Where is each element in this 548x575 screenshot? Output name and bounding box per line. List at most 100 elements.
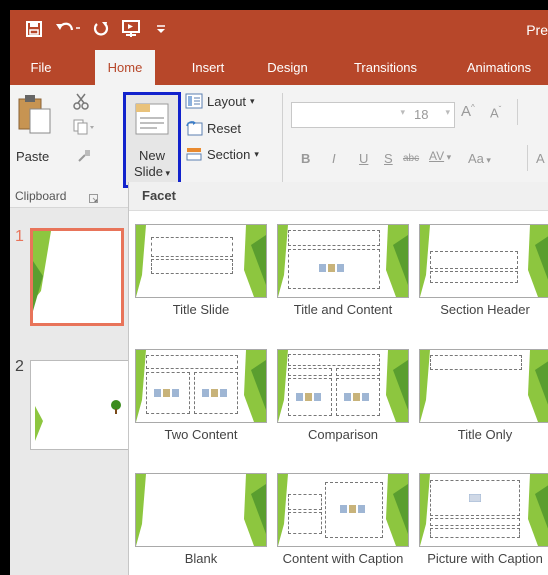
title-placeholder	[151, 237, 233, 257]
font-size-input[interactable]: 18 ▾	[408, 102, 455, 128]
strikethrough-button[interactable]: abc	[403, 153, 419, 164]
content-placeholder	[288, 249, 380, 289]
content-icons	[344, 393, 369, 401]
start-from-beginning-icon[interactable]	[118, 18, 144, 40]
section-icon	[186, 148, 202, 161]
layout-label: Two Content	[164, 427, 238, 442]
powerpoint-window: Pre File Home Insert Design Transitions …	[10, 10, 548, 575]
slide-number: 2	[15, 358, 24, 375]
title-placeholder	[430, 355, 522, 370]
dropdown-arrow-icon: ▾	[162, 168, 170, 178]
group-separator	[527, 145, 528, 171]
underline-button[interactable]: U	[359, 151, 368, 166]
slide-thumbnail-2[interactable]	[30, 360, 130, 450]
undo-icon[interactable]	[54, 18, 84, 40]
text-placeholder	[430, 271, 518, 283]
change-case-button[interactable]: Aa ▾	[468, 151, 491, 166]
paste-button[interactable]: Paste	[16, 91, 64, 181]
customize-icon[interactable]	[152, 18, 170, 40]
heading-placeholder	[336, 368, 380, 376]
title-placeholder	[146, 355, 238, 369]
change-case-label: Aa	[468, 151, 484, 166]
slide-thumbnail-panel: 1 2	[10, 208, 130, 575]
copy-icon[interactable]	[72, 118, 96, 141]
dropdown-arrow-icon: ▾	[445, 107, 450, 117]
content-placeholder	[194, 372, 238, 414]
picture-icon	[469, 494, 481, 502]
cut-icon[interactable]	[72, 93, 90, 116]
layout-label: Title Slide	[172, 302, 230, 317]
dropdown-arrow-icon: ▾	[254, 148, 259, 159]
save-icon[interactable]	[22, 18, 46, 40]
dropdown-arrow-icon: ▾	[444, 152, 452, 162]
layout-label: Blank	[184, 551, 218, 566]
layout-thumbnail	[135, 224, 267, 298]
dialog-launcher-icon[interactable]	[89, 191, 99, 209]
title-placeholder	[288, 230, 380, 246]
redo-icon[interactable]	[90, 18, 112, 40]
layout-thumbnail	[419, 349, 548, 423]
content-placeholder	[146, 372, 190, 414]
theme-accent-shape	[35, 406, 43, 441]
reset-icon	[186, 121, 203, 136]
reset-label: Reset	[207, 120, 241, 136]
reset-button[interactable]: Reset	[185, 120, 241, 136]
group-separator	[282, 93, 283, 188]
tab-animations[interactable]: Animations	[450, 50, 548, 85]
increase-font-size-icon[interactable]: A^	[461, 103, 475, 120]
layout-thumbnail	[135, 349, 267, 423]
tab-home[interactable]: Home	[95, 50, 155, 85]
tab-design[interactable]: Design	[255, 50, 320, 85]
content-icons	[202, 389, 227, 397]
dropdown-arrow-icon: ▾	[250, 95, 255, 106]
layout-label: Layout	[207, 93, 247, 109]
slide-thumbnail-1[interactable]	[30, 228, 124, 326]
character-spacing-label: AV	[429, 149, 445, 163]
decrease-font-size-icon[interactable]: Aˇ	[490, 105, 501, 120]
layout-gallery: Facet Title Slide Title and Content Sect…	[128, 182, 548, 575]
italic-button[interactable]: I	[332, 151, 336, 166]
layout-label: Title and Content	[293, 302, 393, 317]
caption-placeholder	[430, 528, 520, 538]
subtitle-placeholder	[151, 259, 233, 274]
paste-icon	[18, 95, 51, 134]
title-placeholder	[288, 494, 322, 510]
green-accent-shape	[136, 474, 266, 546]
text-shadow-button[interactable]: S	[384, 151, 393, 166]
layout-thumbnail	[277, 473, 409, 547]
layout-thumbnail	[135, 473, 267, 547]
tab-insert[interactable]: Insert	[178, 50, 238, 85]
content-placeholder	[325, 482, 383, 538]
format-painter-icon[interactable]	[76, 148, 92, 169]
content-placeholder	[288, 378, 332, 416]
character-spacing-button[interactable]: AV ▾	[429, 149, 451, 163]
layout-label: Content with Caption	[282, 551, 404, 566]
picture-placeholder	[430, 480, 520, 516]
layout-label: Comparison	[307, 427, 379, 442]
tree-icon	[111, 400, 121, 414]
section-button[interactable]: Section ▾	[185, 146, 259, 162]
title-placeholder	[288, 354, 380, 366]
title-placeholder	[430, 251, 518, 269]
dropdown-arrow-icon: ▾	[483, 155, 491, 165]
bold-button[interactable]: B	[301, 151, 310, 166]
layout-button[interactable]: Layout ▾	[185, 93, 255, 109]
layout-label: Section Header	[440, 302, 530, 317]
heading-placeholder	[288, 368, 332, 376]
section-label: Section	[207, 146, 251, 162]
ribbon-tabs: File Home Insert Design Transitions Anim…	[10, 50, 548, 85]
new-slide-button[interactable]: New Slide ▾	[123, 92, 181, 188]
slide-number: 1	[15, 228, 24, 245]
title-placeholder	[430, 518, 520, 526]
layout-icon	[185, 93, 203, 109]
content-icons	[319, 264, 344, 272]
tab-file[interactable]: File	[10, 50, 72, 85]
font-color-icon[interactable]: A	[536, 151, 545, 166]
tab-transitions[interactable]: Transitions	[338, 50, 433, 85]
content-icons	[154, 389, 179, 397]
layout-label: Title Only	[457, 427, 513, 442]
layout-thumbnail	[277, 224, 409, 298]
content-icons	[296, 393, 321, 401]
new-slide-label: New	[138, 148, 165, 163]
font-name-input[interactable]: ▾	[291, 102, 410, 128]
